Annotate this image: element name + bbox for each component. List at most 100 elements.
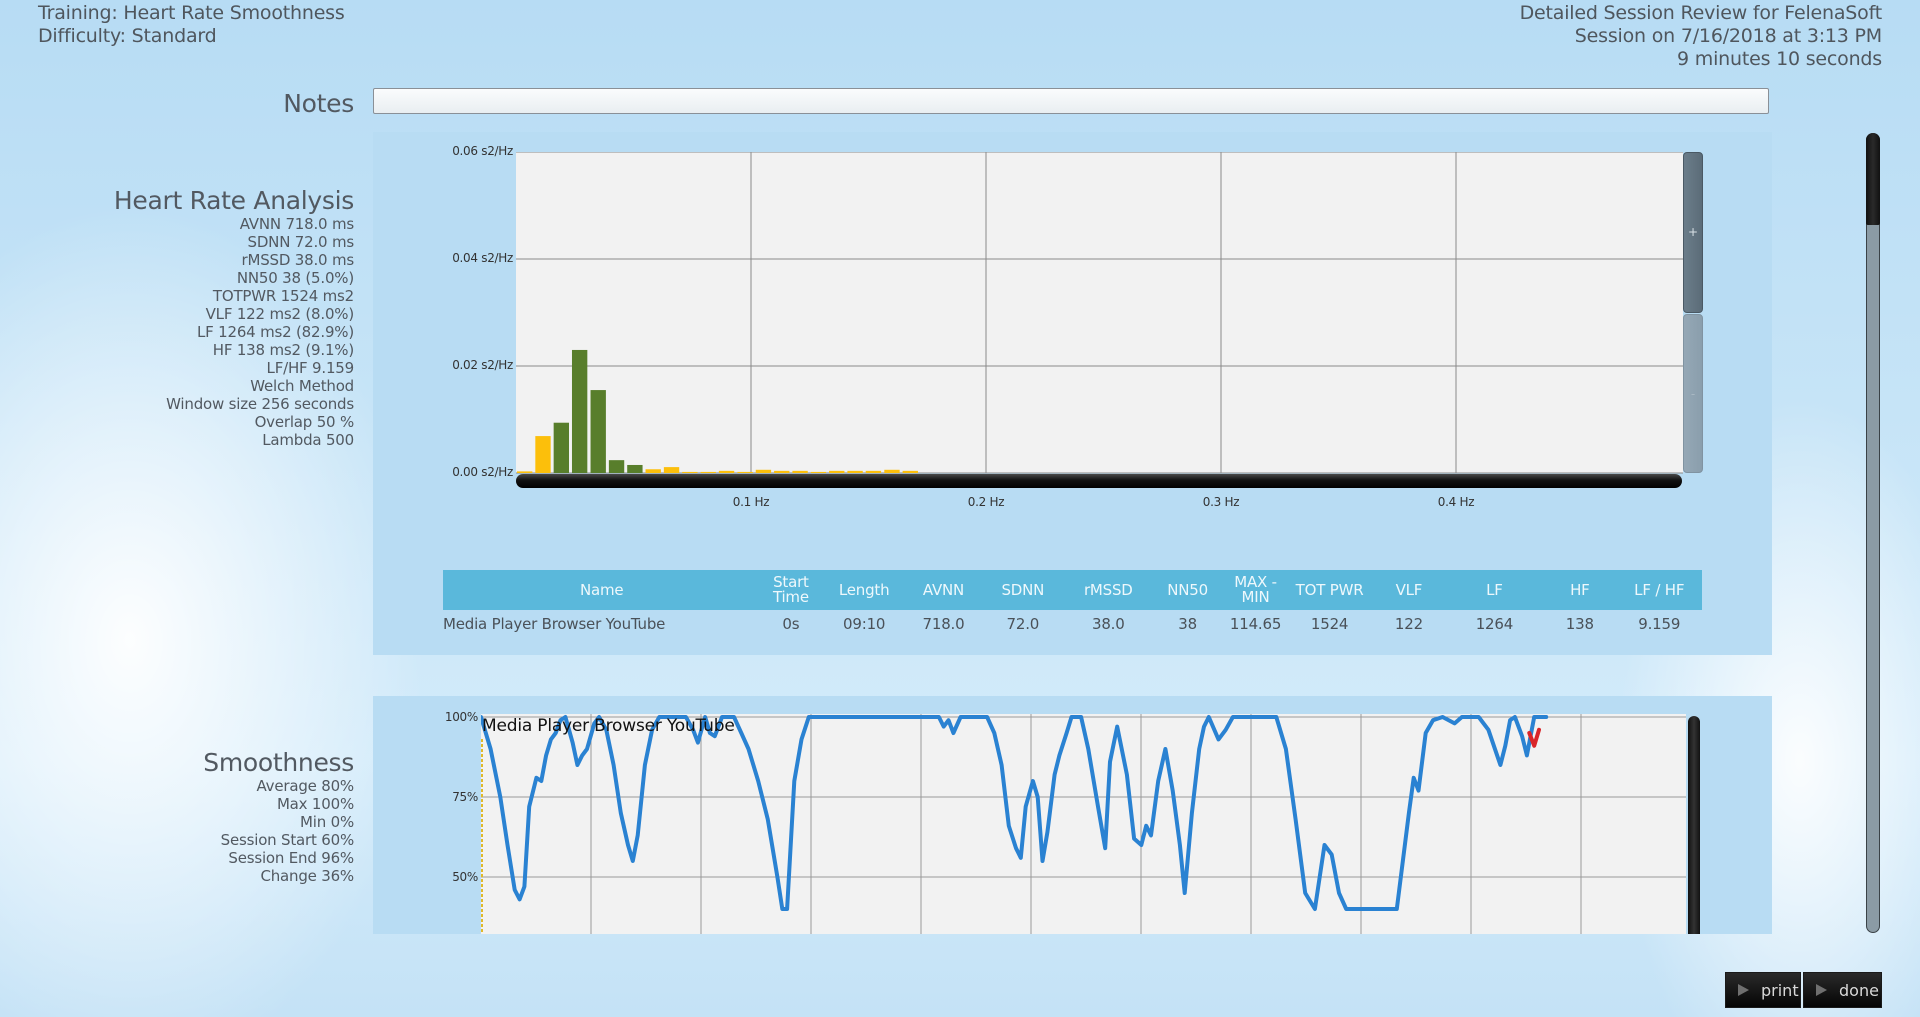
psd-bar (700, 471, 716, 473)
session-duration: 9 minutes 10 seconds (1677, 48, 1882, 70)
hra-stat: SDNN 72.0 ms (247, 233, 355, 251)
column-header[interactable]: Name (443, 570, 761, 610)
training-name: Training: Heart Rate Smoothness (38, 2, 345, 24)
table-cell: 9.159 (1638, 615, 1681, 633)
psd-bar (535, 436, 551, 473)
smoothness-stat: Max 100% (276, 795, 354, 813)
psd-bar (902, 470, 918, 473)
table-cell: 1524 (1310, 615, 1349, 633)
column-header[interactable]: Length (821, 570, 907, 610)
x-tick-label: 0.3 Hz (1202, 495, 1240, 509)
psd-bar (774, 470, 790, 473)
column-header[interactable]: rMSSD (1065, 570, 1152, 610)
smoothness-stat: Min 0% (300, 813, 354, 831)
table-cell: 72.0 (1006, 615, 1040, 633)
difficulty: Difficulty: Standard (38, 25, 217, 47)
psd-bar (516, 471, 533, 473)
psd-bar (792, 470, 808, 473)
play-arrow-icon (1816, 984, 1827, 996)
table-cell: Media Player Browser YouTube (443, 615, 666, 633)
smoothness-stat: Session End 96% (228, 849, 354, 867)
hra-stat: NN50 38 (5.0%) (236, 269, 354, 287)
plus-icon: + (1687, 225, 1699, 239)
print-button-label: print (1761, 980, 1799, 1000)
session-stats-table: Name Start Time Length AVNN SDNN rMSSD NN50 MAX… (443, 570, 1702, 638)
psd-bar (590, 390, 606, 473)
psd-bar (645, 469, 661, 473)
column-header[interactable]: LF / HF (1616, 570, 1702, 610)
page-scrollbar-track[interactable] (1866, 133, 1880, 933)
notes-label: Notes (283, 89, 354, 118)
psd-bar (718, 470, 735, 473)
segment-label: Media Player Browser YouTube (482, 716, 735, 736)
training-info: Training: Heart Rate Smoothness Difficul… (38, 2, 345, 48)
smoothness-stat: Change 36% (260, 867, 354, 885)
psd-bar (553, 422, 570, 473)
column-header[interactable]: MAX - MIN (1224, 570, 1287, 610)
table-cell: 718.0 (922, 615, 965, 633)
y-tick-label: 50% (452, 870, 478, 884)
x-tick-label: 0.4 Hz (1437, 495, 1475, 509)
psd-bar (663, 467, 680, 473)
hra-stat: LF 1264 ms2 (82.9%) (197, 323, 354, 341)
column-header[interactable]: VLF (1372, 570, 1446, 610)
y-tick-label: 0.00 s2/Hz (452, 465, 513, 479)
play-arrow-icon (1738, 984, 1749, 996)
y-tick-label: 100% (444, 710, 478, 724)
smoothness-summary: Smoothness Average 80% Max 100% Min 0% Sess… (80, 748, 354, 885)
column-header[interactable]: NN50 (1151, 570, 1225, 610)
column-header[interactable]: AVNN (906, 570, 981, 610)
hra-title: Heart Rate Analysis (113, 186, 354, 215)
hra-stat: AVNN 718.0 ms (239, 215, 355, 233)
psd-bar (737, 471, 753, 473)
smoothness-stats-list: Average 80% Max 100% Min 0% Session Start 6… (80, 777, 355, 885)
hra-stats-list: AVNN 718.0 ms SDNN 72.0 ms rMSSD 38.0 ms NN… (80, 215, 354, 449)
column-header[interactable]: Start Time (760, 570, 822, 610)
psd-bar (810, 471, 827, 473)
hra-stat: HF 138 ms2 (9.1%) (212, 341, 354, 359)
psd-horizontal-scrollbar[interactable] (516, 474, 1682, 488)
hra-stat: Welch Method (250, 377, 354, 395)
y-tick-label: 0.06 s2/Hz (452, 144, 513, 158)
done-button-label: done (1839, 980, 1879, 1000)
print-button[interactable]: print (1725, 972, 1801, 1008)
done-button[interactable]: done (1803, 972, 1882, 1008)
psd-chart (516, 152, 1683, 474)
column-header[interactable]: SDNN (980, 570, 1066, 610)
column-header[interactable]: HF (1543, 570, 1617, 610)
hra-stat: TOTPWR 1524 ms2 (212, 287, 354, 305)
hra-stat: VLF 122 ms2 (8.0%) (205, 305, 355, 323)
psd-bar (608, 460, 625, 473)
psd-bar (865, 470, 882, 473)
psd-bar (884, 469, 900, 473)
smoothness-vertical-scrollbar[interactable] (1688, 716, 1700, 934)
page-scrollbar-thumb[interactable] (1866, 133, 1880, 225)
table-cell: 0s (782, 615, 800, 633)
psd-bar (682, 471, 698, 473)
table-cell: 114.65 (1229, 615, 1282, 633)
hra-summary: Heart Rate Analysis AVNN 718.0 ms SDNN 72… (80, 186, 354, 449)
notes-input[interactable] (373, 88, 1769, 114)
x-tick-label: 0.2 Hz (967, 495, 1005, 509)
hra-stat: LF/HF 9.159 (266, 359, 355, 377)
psd-bar (755, 469, 772, 473)
session-info: Detailed Session Review for FelenaSoft S… (1520, 2, 1883, 71)
hra-stat: Lambda 500 (262, 431, 354, 449)
hra-stat: rMSSD 38.0 ms (241, 251, 355, 269)
column-header[interactable]: TOT PWR (1286, 570, 1373, 610)
table-cell: 1264 (1475, 615, 1514, 633)
psd-bar (847, 470, 863, 473)
smoothness-stat: Session Start 60% (220, 831, 355, 849)
zoom-in-slider[interactable]: + (1683, 152, 1703, 313)
y-tick-label: 0.04 s2/Hz (452, 251, 513, 265)
psd-bar (829, 470, 845, 473)
table-row[interactable]: Media Player Browser YouTube 0s 09:10 718.0… (443, 610, 1702, 638)
table-cell: 09:10 (843, 615, 886, 633)
table-cell: 38.0 (1091, 615, 1125, 633)
column-header[interactable]: LF (1445, 570, 1544, 610)
table-cell: 38 (1178, 615, 1197, 633)
zoom-out-slider[interactable]: - (1683, 314, 1703, 473)
minus-icon: - (1690, 387, 1696, 401)
session-date: Session on 7/16/2018 at 3:13 PM (1574, 25, 1882, 47)
psd-bar (571, 349, 588, 473)
